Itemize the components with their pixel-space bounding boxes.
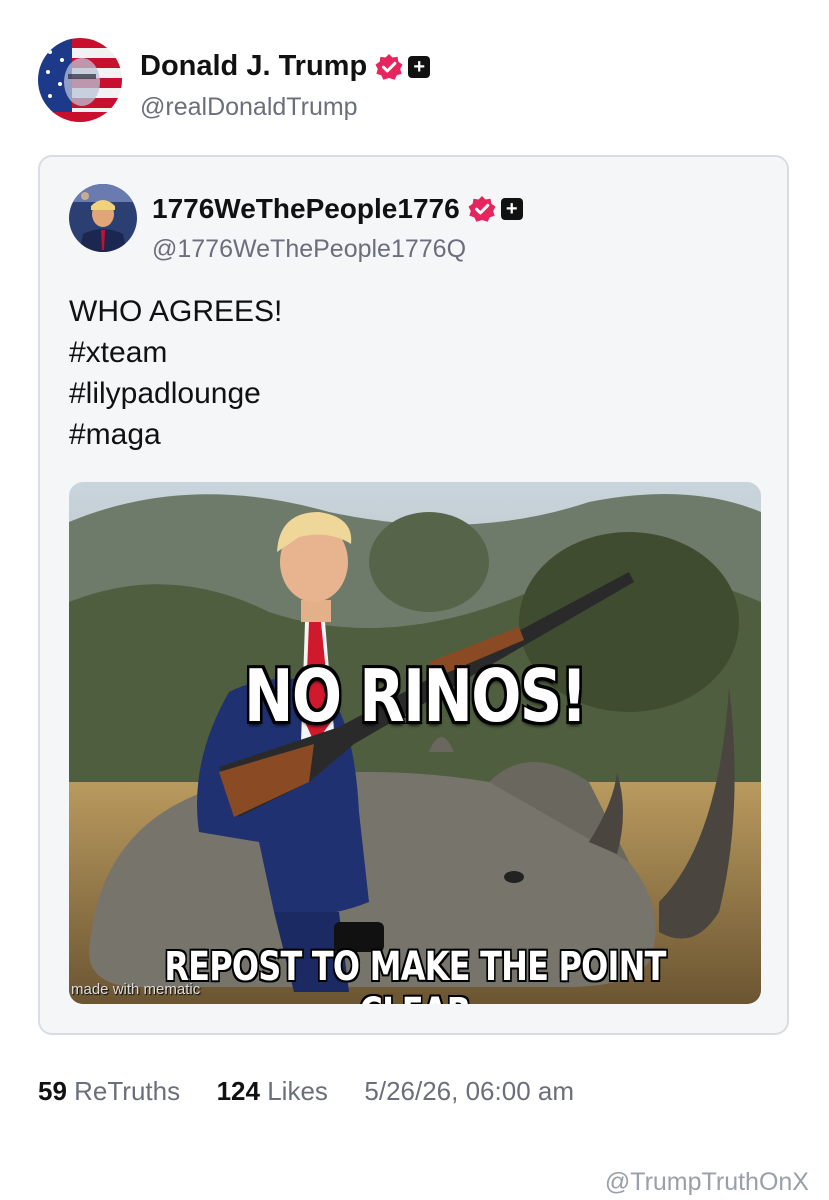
verified-badge-icon [375, 53, 403, 81]
post-text-line: WHO AGREES! [69, 295, 283, 328]
retruths-count[interactable]: 59 [38, 1076, 67, 1106]
author-name-row: Donald J. Trump + [140, 50, 431, 83]
post-image[interactable]: NO RINOS! REPOST TO MAKE THE POINT CLEAR… [69, 482, 761, 1004]
image-watermark: made with mematic [71, 981, 201, 998]
hashtag-link[interactable]: #maga [69, 414, 282, 455]
meme-top-caption: NO RINOS! [244, 654, 588, 738]
likes-count[interactable]: 124 [217, 1076, 260, 1106]
plus-icon: + [408, 55, 431, 78]
retruths-label[interactable]: ReTruths [74, 1076, 180, 1106]
post-stats: 59 ReTruths 124 Likes 5/26/26, 06:00 am [38, 1076, 574, 1107]
hashtag-link[interactable]: #xteam [69, 332, 282, 373]
hashtag-link[interactable]: #lilypadlounge [69, 373, 282, 414]
post-timestamp: 5/26/26, 06:00 am [364, 1076, 574, 1106]
likes-label[interactable]: Likes [267, 1076, 328, 1106]
truth-post: Donald J. Trump + @realDonaldTrump 1776W… [0, 0, 829, 1200]
author-avatar[interactable] [38, 38, 122, 122]
quoted-author-avatar[interactable] [69, 184, 137, 252]
author-handle[interactable]: @realDonaldTrump [140, 93, 358, 122]
author-display-name[interactable]: Donald J. Trump [140, 50, 367, 83]
quoted-post-text: WHO AGREES! #xteam #lilypadlounge #maga [69, 291, 282, 455]
quoted-author-display-name[interactable]: 1776WeThePeople1776 [152, 193, 460, 225]
quoted-post-card[interactable]: 1776WeThePeople1776 + @1776WeThePeople17… [38, 155, 789, 1035]
verified-badge-icon [468, 195, 496, 223]
quoted-author-name-row: 1776WeThePeople1776 + [152, 193, 523, 225]
source-credit: @TrumpTruthOnX [604, 1168, 809, 1196]
quoted-author-handle[interactable]: @1776WeThePeople1776Q [152, 235, 466, 264]
meme-illustration [69, 482, 761, 1004]
plus-icon: + [500, 198, 523, 220]
meme-bottom-caption: REPOST TO MAKE THE POINT CLEAR [164, 944, 666, 1004]
